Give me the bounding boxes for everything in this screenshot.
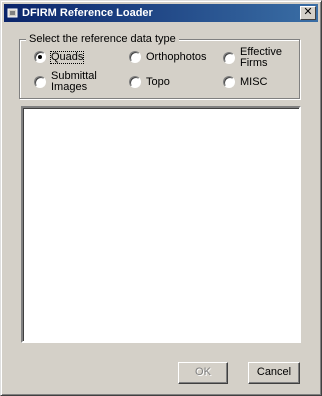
reference-type-group: Select the reference data type Quads Ort… [19, 32, 300, 99]
reference-list[interactable] [21, 106, 301, 343]
radio-label: Orthophotos [146, 50, 207, 63]
title-bar[interactable]: DFIRM Reference Loader ✕ [4, 4, 318, 22]
radio-quads[interactable]: Quads [34, 50, 85, 64]
ok-button[interactable]: OK [178, 362, 228, 384]
radio-button-icon[interactable] [34, 76, 46, 88]
radio-button-icon[interactable] [129, 51, 141, 63]
radio-label: Submittal Images [51, 70, 97, 93]
radio-orthophotos[interactable]: Orthophotos [129, 51, 207, 63]
app-icon [7, 8, 18, 18]
radio-button-icon[interactable] [223, 76, 235, 88]
cancel-button[interactable]: Cancel [248, 362, 300, 384]
radio-label: Quads [49, 50, 85, 64]
radio-effective-firms[interactable]: Effective Firms [223, 46, 282, 69]
radio-button-icon[interactable] [34, 51, 46, 63]
radio-misc[interactable]: MISC [223, 76, 268, 88]
radio-label: Effective Firms [240, 46, 282, 69]
radio-button-icon[interactable] [223, 52, 235, 64]
radio-button-icon[interactable] [129, 76, 141, 88]
radio-submittal-images[interactable]: Submittal Images [34, 71, 101, 93]
window-title: DFIRM Reference Loader [22, 7, 153, 19]
radio-label: Topo [146, 75, 170, 88]
radio-topo[interactable]: Topo [129, 76, 170, 88]
dialog-window: DFIRM Reference Loader ✕ Select the refe… [0, 0, 322, 396]
group-label: Select the reference data type [26, 32, 179, 46]
radio-label: MISC [240, 75, 268, 88]
close-icon: ✕ [303, 6, 313, 18]
close-button[interactable]: ✕ [300, 6, 316, 20]
